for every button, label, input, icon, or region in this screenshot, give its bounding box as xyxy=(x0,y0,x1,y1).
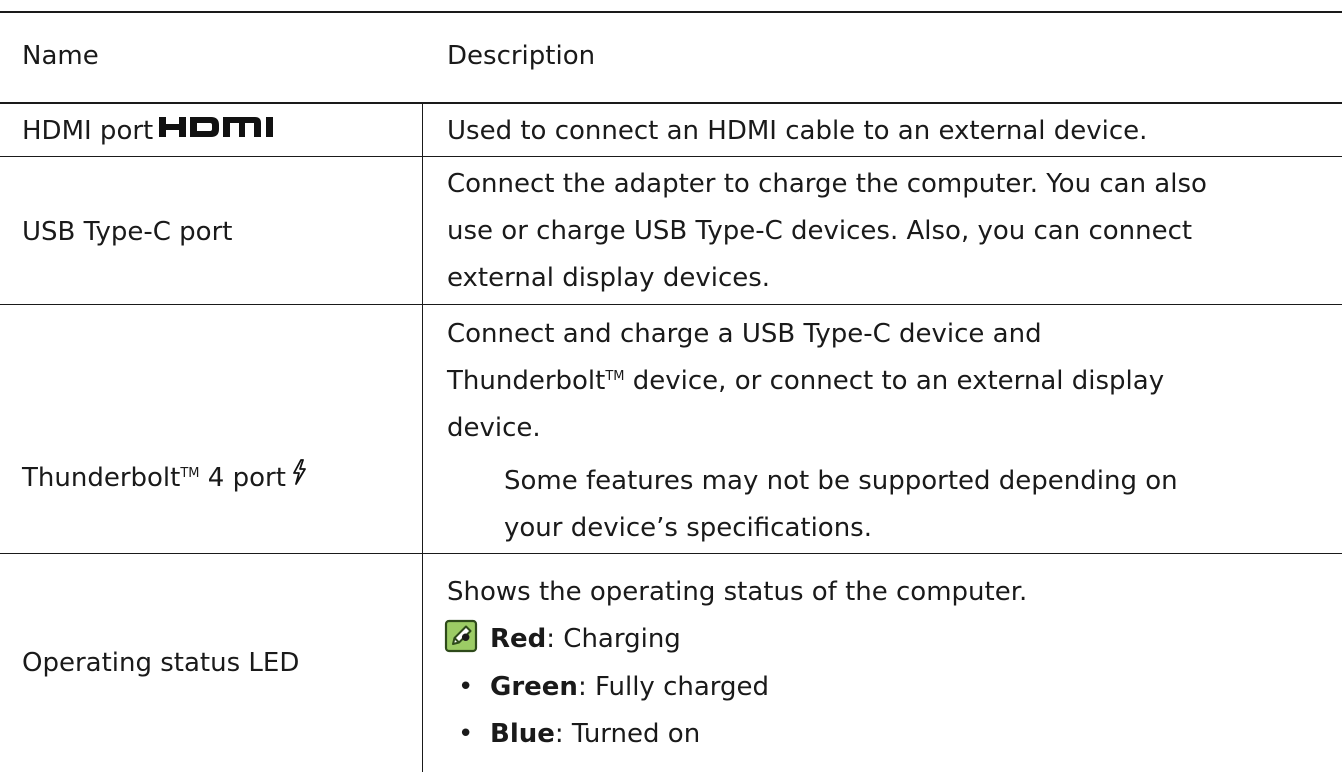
spec-table: Name Description HDMI port Used to conne… xyxy=(0,0,1342,772)
hdmi-logo-icon xyxy=(159,107,275,153)
thunderbolt-label-suffix: 4 port xyxy=(199,463,286,493)
note-text-line-1: Some features may not be supported depen… xyxy=(504,466,1178,496)
thunderbolt-desc-prefix: Thunderbolt xyxy=(447,366,606,396)
list-item-red: Red: Charging xyxy=(490,616,681,662)
table-row-led-name: Operating status LED xyxy=(22,648,300,678)
column-divider xyxy=(422,104,423,772)
table-row-usbc-description-line-1: Connect the adapter to charge the comput… xyxy=(447,169,1207,199)
bullet-icon: • xyxy=(458,624,474,654)
header-name: Name xyxy=(22,41,99,71)
table-row-led-description: Shows the operating status of the comput… xyxy=(447,577,1028,607)
table-row-usbc-name: USB Type-C port xyxy=(22,217,233,247)
row-rule-1 xyxy=(0,156,1342,157)
hdmi-port-label: HDMI port xyxy=(22,116,154,146)
led-blue-text: : Turned on xyxy=(554,719,701,749)
bullet-icon: • xyxy=(458,719,474,749)
table-row-thunderbolt-description-line-2: ThunderboltTM device, or connect to an e… xyxy=(447,358,1164,404)
table-row-thunderbolt-description-line-1: Connect and charge a USB Type-C device a… xyxy=(447,319,1042,349)
led-green-label: Green xyxy=(490,672,578,702)
led-green-text: : Fully charged xyxy=(577,672,770,702)
list-item-green: Green: Fully charged xyxy=(490,664,769,710)
table-row-usbc-description-line-3: external display devices. xyxy=(447,263,771,293)
led-red-text: : Charging xyxy=(546,624,681,654)
table-row-hdmi-name: HDMI port xyxy=(22,108,275,154)
led-blue-label: Blue xyxy=(490,719,555,749)
header-description: Description xyxy=(447,41,596,71)
table-header-rule xyxy=(0,102,1342,104)
row-rule-3 xyxy=(0,553,1342,554)
table-row-thunderbolt-name: ThunderboltTM 4 port xyxy=(22,455,308,501)
table-row-hdmi-description: Used to connect an HDMI cable to an exte… xyxy=(447,116,1148,146)
table-row-usbc-description-line-2: use or charge USB Type-C devices. Also, … xyxy=(447,216,1193,246)
table-top-rule xyxy=(0,11,1342,13)
thunderbolt-label: Thunderbolt xyxy=(22,463,181,493)
note-text-line-2: your device’s specifications. xyxy=(504,513,872,543)
thunderbolt-desc-suffix: device, or connect to an external displa… xyxy=(624,366,1165,396)
bullet-icon: • xyxy=(458,672,474,702)
row-rule-2 xyxy=(0,304,1342,305)
trademark-mark: TM xyxy=(180,466,200,481)
trademark-mark-desc: TM xyxy=(605,369,625,384)
thunderbolt-icon xyxy=(290,454,308,500)
table-row-thunderbolt-description-line-3: device. xyxy=(447,413,541,443)
list-item-blue: Blue: Turned on xyxy=(490,711,700,757)
led-red-label: Red xyxy=(490,624,547,654)
